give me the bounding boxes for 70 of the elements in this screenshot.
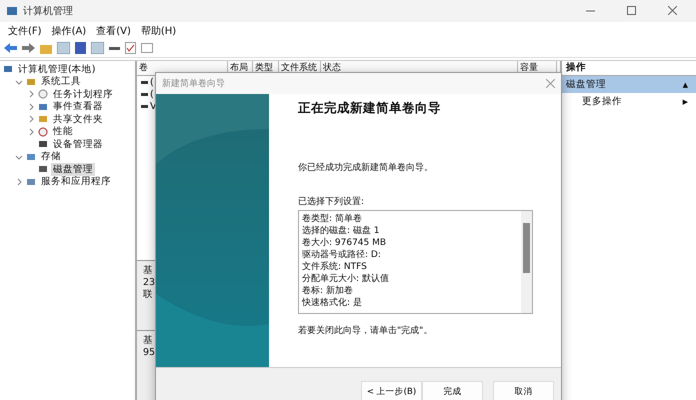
menu-item[interactable]: 查看(V) (96, 24, 131, 38)
wizard-heading: 正在完成新建简单卷向导 (298, 100, 442, 117)
chevron-right-icon[interactable] (27, 128, 35, 136)
setting-line: 快速格式化: 是 (302, 297, 363, 309)
device-icon (38, 139, 48, 150)
checklist-icon[interactable] (125, 42, 136, 54)
disk-info: 联 (143, 289, 153, 301)
wizard-button[interactable]: 取消 (493, 381, 554, 400)
clock-icon (38, 89, 48, 100)
disk-info: 基 (143, 335, 153, 347)
close-icon[interactable] (668, 6, 676, 14)
wizard-button[interactable]: < 上一步(B) (361, 381, 422, 400)
tree-item[interactable]: 共享文件夹 (51, 112, 105, 126)
settings-label: 已选择下列设置: (298, 196, 366, 208)
tree-item[interactable]: 计算机管理(本地) (16, 62, 98, 76)
properties-icon[interactable] (141, 43, 153, 53)
tree-item[interactable]: 存储 (39, 150, 63, 164)
menu-item[interactable]: 文件(F) (8, 24, 42, 38)
intro-text: 你已经成功完成新建简单卷向导。 (298, 162, 434, 174)
setting-line: 卷类型: 简单卷 (302, 213, 363, 225)
close-icon[interactable] (546, 79, 555, 88)
forward-icon[interactable] (22, 43, 35, 53)
menu-item[interactable]: 帮助(H) (140, 24, 176, 38)
wizard-button[interactable]: 完成 (422, 381, 483, 400)
window-title: 计算机管理 (23, 4, 74, 18)
tools-icon (26, 76, 36, 87)
table-cell: ( (150, 88, 154, 100)
tree-item[interactable]: 设备管理器 (51, 138, 105, 151)
computer-icon (3, 64, 13, 74)
pane-icon[interactable] (57, 42, 70, 54)
gauge-icon (38, 126, 48, 137)
tree-item[interactable]: 服务和应用程序 (39, 175, 113, 188)
disk-info: 基 (143, 265, 153, 277)
outro-text: 若要关闭此向导，请单击"完成"。 (298, 324, 434, 337)
menu-item[interactable]: 操作(A) (52, 24, 86, 38)
folder-icon (38, 114, 48, 124)
table-cell: ( (150, 76, 154, 88)
log-icon (38, 102, 48, 112)
setting-line: 驱动器号或路径: D: (302, 249, 382, 261)
key-icon[interactable] (109, 44, 120, 52)
chevron-right-icon[interactable] (27, 90, 35, 98)
setting-line: 选择的磁盘: 磁盘 1 (302, 225, 380, 237)
volume-icon (141, 80, 148, 84)
chevron-right-icon[interactable] (27, 115, 35, 124)
scrollbar-thumb[interactable] (523, 223, 530, 273)
tree-item[interactable]: 事件查看器 (51, 100, 105, 114)
setting-line: 文件系统: NTFS (302, 261, 368, 273)
chevron-right-icon[interactable] (27, 102, 35, 111)
setting-line: 卷标: 新加卷 (302, 285, 354, 297)
disk-info: 95 (143, 347, 156, 359)
maximize-icon[interactable] (626, 6, 636, 14)
chevron-down-icon[interactable] (15, 78, 23, 86)
folder-icon[interactable] (40, 42, 52, 54)
tree-item[interactable]: 磁盘管理 (51, 162, 95, 176)
back-icon[interactable] (4, 43, 17, 53)
tree-item[interactable]: 任务计划程序 (51, 88, 115, 101)
app-icon (6, 5, 18, 17)
pane-icon[interactable] (91, 42, 104, 54)
tree-item[interactable]: 性能 (51, 125, 75, 138)
chevron-down-icon[interactable] (15, 152, 23, 161)
services-icon (26, 176, 36, 187)
setting-line: 分配单元大小: 默认值 (302, 273, 390, 285)
volume-icon (141, 92, 148, 96)
dialog-title: 新建简单卷向导 (162, 78, 225, 90)
tree-item[interactable]: 系统工具 (39, 75, 83, 88)
disk-info: 23 (143, 277, 156, 289)
storage-icon (26, 152, 36, 162)
setting-line: 卷大小: 976745 MB (302, 237, 388, 249)
chevron-right-icon[interactable] (15, 178, 23, 186)
volume-icon (141, 104, 148, 108)
